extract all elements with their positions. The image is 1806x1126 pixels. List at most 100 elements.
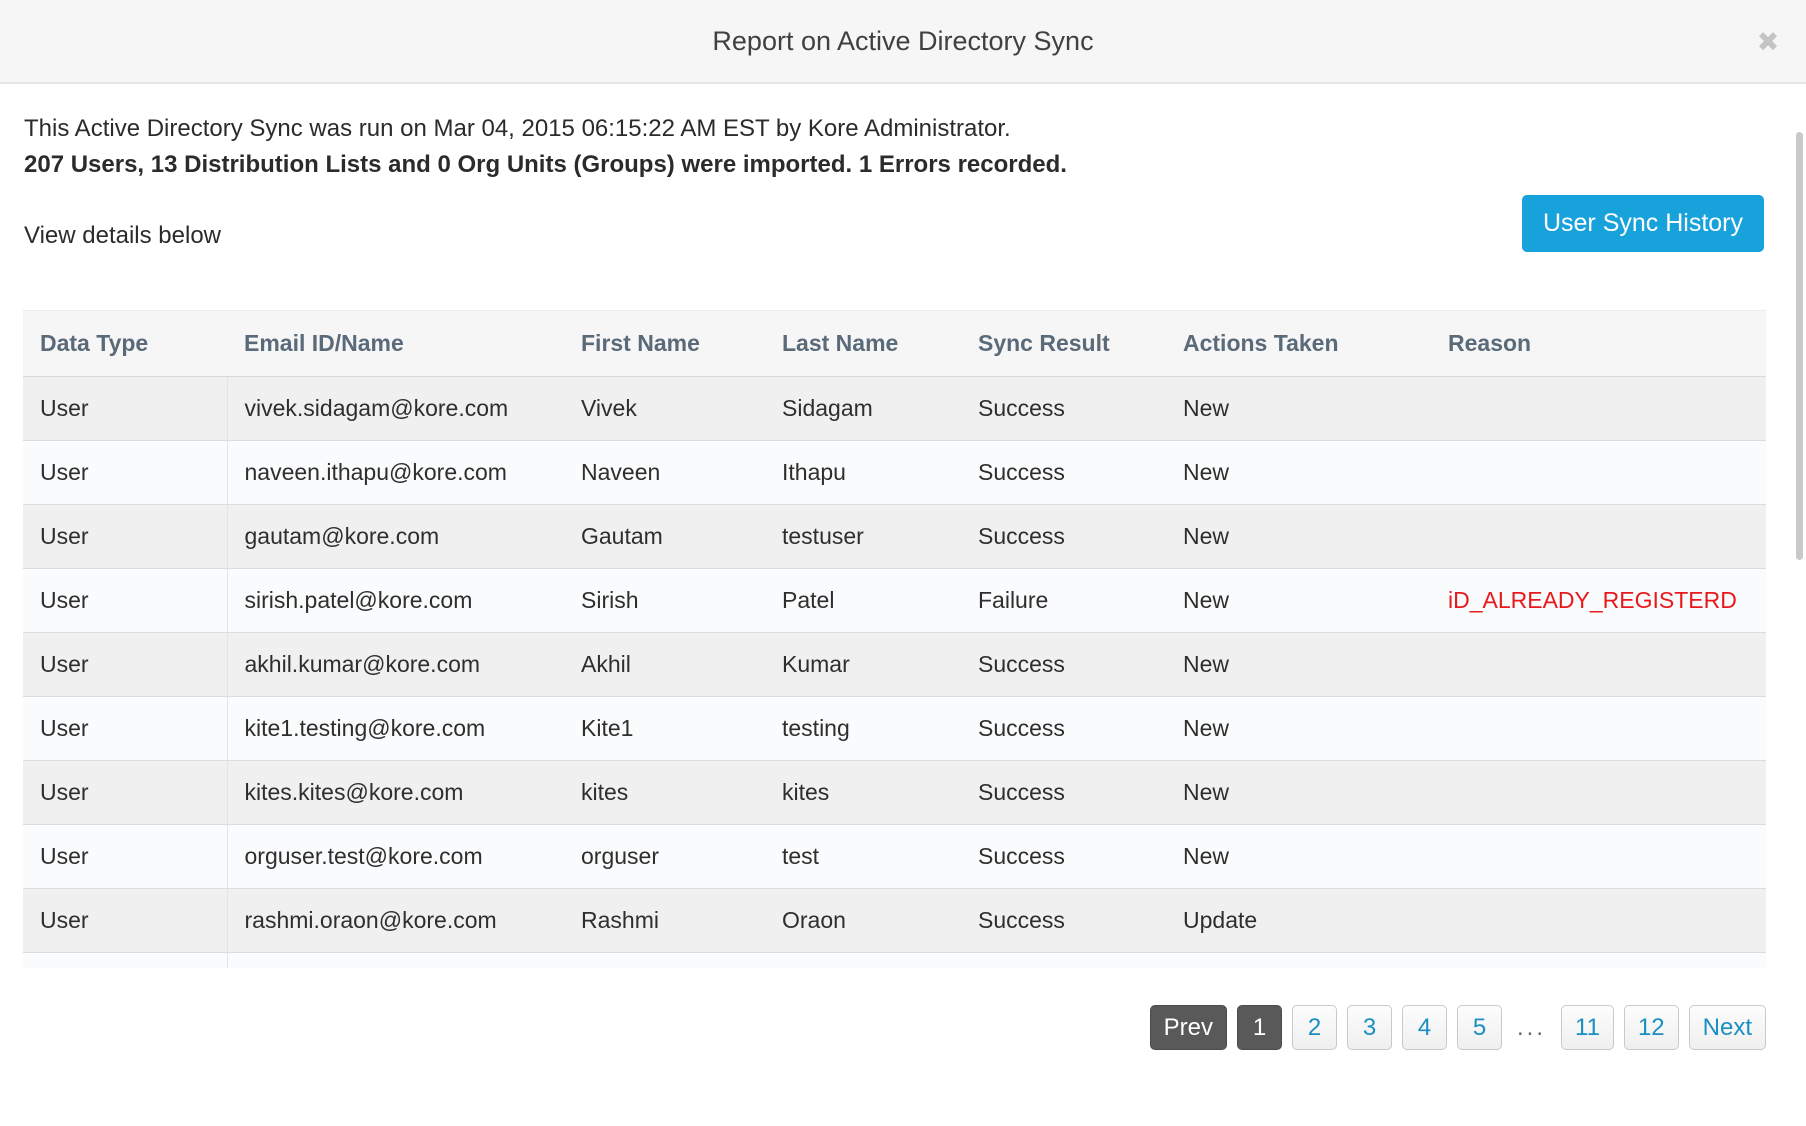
page-button-11[interactable]: 11 xyxy=(1561,1005,1614,1050)
cell-last-name: test xyxy=(765,825,961,889)
cell-data-type: User xyxy=(23,633,227,697)
next-page-button[interactable]: Next xyxy=(1689,1005,1766,1050)
cell-first-name: Sirish xyxy=(564,569,765,633)
cell-reason xyxy=(1431,441,1766,505)
pagination: Prev12345...1112Next xyxy=(1150,1005,1766,1050)
cell-first-name: Rashmi xyxy=(564,889,765,953)
prev-page-button[interactable]: Prev xyxy=(1150,1005,1227,1050)
page-button-5[interactable]: 5 xyxy=(1457,1005,1502,1050)
cell-empty xyxy=(1166,953,1431,969)
column-header-email-id-name: Email ID/Name xyxy=(227,311,564,377)
cell-email: rashmi.oraon@kore.com xyxy=(227,889,564,953)
column-header-actions-taken: Actions Taken xyxy=(1166,311,1431,377)
pagination-ellipsis: ... xyxy=(1512,1014,1551,1042)
cell-data-type: User xyxy=(23,505,227,569)
cell-actions-taken: Update xyxy=(1166,889,1431,953)
page-button-2[interactable]: 2 xyxy=(1292,1005,1337,1050)
table-row: Usergautam@kore.comGautamtestuserSuccess… xyxy=(23,505,1766,569)
cell-first-name: Akhil xyxy=(564,633,765,697)
cell-email: naveen.ithapu@kore.com xyxy=(227,441,564,505)
cell-data-type: User xyxy=(23,377,227,441)
user-sync-history-button[interactable]: User Sync History xyxy=(1522,195,1764,252)
cell-email: vivek.sidagam@kore.com xyxy=(227,377,564,441)
cell-reason xyxy=(1431,761,1766,825)
cell-actions-taken: New xyxy=(1166,569,1431,633)
cell-sync-result: Success xyxy=(961,825,1166,889)
sync-summary: This Active Directory Sync was run on Ma… xyxy=(24,112,1067,184)
cell-email: sirish.patel@kore.com xyxy=(227,569,564,633)
cell-actions-taken: New xyxy=(1166,441,1431,505)
cell-reason xyxy=(1431,697,1766,761)
cell-first-name: Vivek xyxy=(564,377,765,441)
cell-sync-result: Success xyxy=(961,697,1166,761)
table-row: Userkite1.testing@kore.comKite1testingSu… xyxy=(23,697,1766,761)
cell-actions-taken: New xyxy=(1166,505,1431,569)
cell-data-type: User xyxy=(23,889,227,953)
cell-data-type: User xyxy=(23,441,227,505)
cell-empty xyxy=(961,953,1166,969)
cell-reason xyxy=(1431,889,1766,953)
cell-data-type: User xyxy=(23,825,227,889)
cell-reason xyxy=(1431,825,1766,889)
cell-email: orguser.test@kore.com xyxy=(227,825,564,889)
cell-email: kite1.testing@kore.com xyxy=(227,697,564,761)
cell-reason xyxy=(1431,633,1766,697)
cell-empty xyxy=(564,953,765,969)
view-details-label: View details below xyxy=(24,222,221,250)
cell-sync-result: Success xyxy=(961,505,1166,569)
column-header-data-type: Data Type xyxy=(23,311,227,377)
cell-sync-result: Success xyxy=(961,889,1166,953)
table-row: Userrashmi.oraon@kore.comRashmiOraonSucc… xyxy=(23,889,1766,953)
modal-title: Report on Active Directory Sync xyxy=(0,0,1806,82)
cell-last-name: testing xyxy=(765,697,961,761)
page-button-3[interactable]: 3 xyxy=(1347,1005,1392,1050)
cell-sync-result: Success xyxy=(961,377,1166,441)
column-header-first-name: First Name xyxy=(564,311,765,377)
cell-first-name: kites xyxy=(564,761,765,825)
cell-reason xyxy=(1431,377,1766,441)
sync-results-table-wrap: Data TypeEmail ID/NameFirst NameLast Nam… xyxy=(23,310,1766,968)
page-button-1[interactable]: 1 xyxy=(1237,1005,1282,1050)
column-header-last-name: Last Name xyxy=(765,311,961,377)
cell-first-name: orguser xyxy=(564,825,765,889)
cell-sync-result: Success xyxy=(961,441,1166,505)
cell-last-name: Patel xyxy=(765,569,961,633)
page-button-4[interactable]: 4 xyxy=(1402,1005,1447,1050)
cell-email: akhil.kumar@kore.com xyxy=(227,633,564,697)
cell-actions-taken: New xyxy=(1166,761,1431,825)
cell-email: kites.kites@kore.com xyxy=(227,761,564,825)
sync-import-stats: 207 Users, 13 Distribution Lists and 0 O… xyxy=(24,146,1067,184)
cell-empty xyxy=(227,953,564,969)
cell-email: gautam@kore.com xyxy=(227,505,564,569)
cell-actions-taken: New xyxy=(1166,633,1431,697)
table-row: Usernaveen.ithapu@kore.comNaveenIthapuSu… xyxy=(23,441,1766,505)
cell-data-type: User xyxy=(23,569,227,633)
cell-actions-taken: New xyxy=(1166,825,1431,889)
sync-run-info: This Active Directory Sync was run on Ma… xyxy=(24,112,1067,146)
cell-empty xyxy=(765,953,961,969)
cell-empty xyxy=(23,953,227,969)
modal-header: Report on Active Directory Sync ✖ xyxy=(0,0,1806,84)
table-row: Userkites.kites@kore.comkiteskitesSucces… xyxy=(23,761,1766,825)
page-button-12[interactable]: 12 xyxy=(1624,1005,1679,1050)
table-row: Uservivek.sidagam@kore.comVivekSidagamSu… xyxy=(23,377,1766,441)
table-body: Uservivek.sidagam@kore.comVivekSidagamSu… xyxy=(23,377,1766,969)
scrollbar-thumb[interactable] xyxy=(1796,132,1803,560)
column-header-sync-result: Sync Result xyxy=(961,311,1166,377)
cell-reason xyxy=(1431,505,1766,569)
cell-sync-result: Failure xyxy=(961,569,1166,633)
cell-sync-result: Success xyxy=(961,633,1166,697)
cell-last-name: Sidagam xyxy=(765,377,961,441)
column-header-reason: Reason xyxy=(1431,311,1766,377)
table-row-partial xyxy=(23,953,1766,969)
cell-first-name: Kite1 xyxy=(564,697,765,761)
cell-sync-result: Success xyxy=(961,761,1166,825)
cell-data-type: User xyxy=(23,697,227,761)
table-header-row: Data TypeEmail ID/NameFirst NameLast Nam… xyxy=(23,311,1766,377)
cell-first-name: Naveen xyxy=(564,441,765,505)
table-row: Userorguser.test@kore.comorgusertestSucc… xyxy=(23,825,1766,889)
cell-last-name: Kumar xyxy=(765,633,961,697)
table-row: Usersirish.patel@kore.comSirishPatelFail… xyxy=(23,569,1766,633)
close-icon[interactable]: ✖ xyxy=(1750,24,1786,60)
cell-actions-taken: New xyxy=(1166,697,1431,761)
